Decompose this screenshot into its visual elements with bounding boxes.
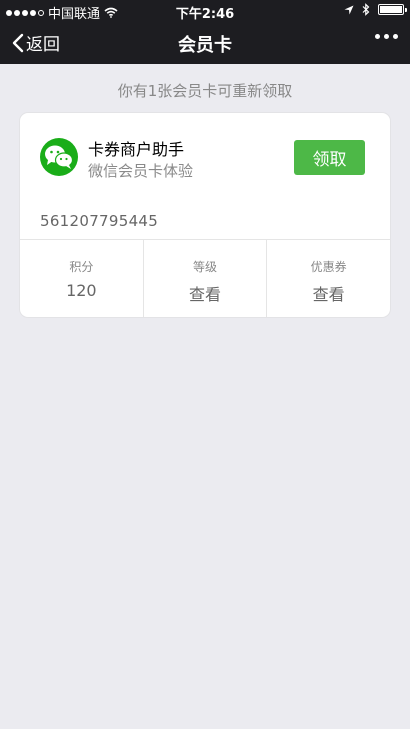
stat-points-label: 积分 (69, 260, 94, 274)
location-arrow-icon (344, 5, 354, 14)
stat-level-value: 查看 (189, 285, 222, 304)
status-right (344, 3, 407, 16)
more-menu-button[interactable] (375, 34, 398, 39)
card-number: 561207795445 (40, 212, 159, 230)
card-stats: 积分 120 等级 查看 优惠券 查看 (20, 239, 390, 317)
page-title: 会员卡 (178, 35, 232, 56)
reclaim-notice: 你有1张会员卡可重新领取 (117, 82, 293, 100)
merchant-name: 卡券商户助手 (88, 140, 185, 159)
more-dot-icon (384, 34, 389, 39)
status-bar: 中国联通 下午2:46 (0, 0, 410, 22)
stat-level[interactable]: 等级 查看 (142, 240, 267, 317)
claim-button[interactable]: 领取 (294, 140, 365, 175)
stat-coupons-label: 优惠券 (310, 260, 347, 274)
more-dot-icon (393, 34, 398, 39)
navigation-bar: 返回 会员卡 (0, 22, 410, 64)
stat-points[interactable]: 积分 120 (20, 240, 143, 317)
more-dot-icon (375, 34, 380, 39)
bluetooth-icon (362, 3, 370, 16)
stat-points-value: 120 (66, 281, 97, 300)
battery-icon (378, 4, 407, 15)
stat-coupons[interactable]: 优惠券 查看 (266, 240, 390, 317)
card-description: 微信会员卡体验 (88, 162, 194, 180)
membership-card: 卡券商户助手 微信会员卡体验 领取 561207795445 积分 120 等级… (20, 113, 390, 317)
stat-coupons-value: 查看 (312, 285, 345, 304)
battery-fill (380, 6, 402, 13)
stat-level-label: 等级 (193, 260, 218, 274)
wechat-logo-icon (40, 138, 78, 176)
